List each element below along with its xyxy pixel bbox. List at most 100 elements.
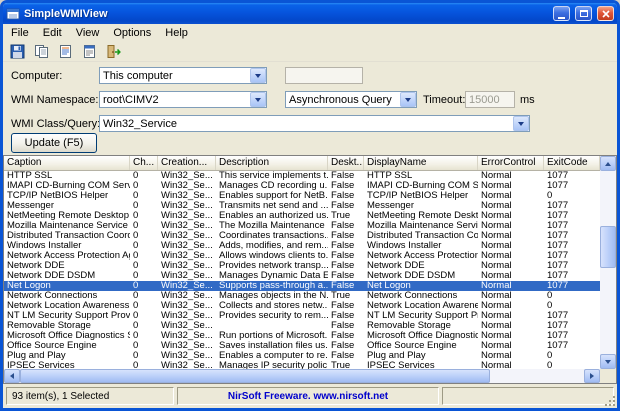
table-row[interactable]: Network DDE DSDM0Win32_Se...Manages Dyna… bbox=[4, 271, 600, 281]
exit-icon[interactable] bbox=[102, 43, 124, 61]
query-mode-value: Asynchronous Query bbox=[286, 92, 400, 107]
table-row[interactable]: Office Source Engine0Win32_Se...Saves in… bbox=[4, 341, 600, 351]
table-cell: Normal bbox=[478, 311, 544, 321]
properties-icon[interactable] bbox=[78, 43, 100, 61]
chevron-down-icon[interactable] bbox=[400, 92, 416, 107]
table-cell: IPSEC Services bbox=[4, 361, 130, 369]
table-cell: Normal bbox=[478, 241, 544, 251]
namespace-combobox[interactable]: root\CIMV2 bbox=[99, 91, 267, 108]
table-row[interactable]: IMAPI CD-Burning COM Service0Win32_Se...… bbox=[4, 181, 600, 191]
html-report-icon[interactable] bbox=[54, 43, 76, 61]
close-button[interactable] bbox=[597, 6, 614, 21]
horizontal-scroll-thumb[interactable] bbox=[20, 369, 490, 383]
table-cell: Network DDE bbox=[4, 261, 130, 271]
table-row[interactable]: Net Logon0Win32_Se...Supports pass-throu… bbox=[4, 281, 600, 291]
chevron-down-icon[interactable] bbox=[250, 92, 266, 107]
scroll-right-button[interactable] bbox=[584, 369, 600, 383]
vertical-scrollbar[interactable] bbox=[600, 156, 616, 369]
menu-item-help[interactable]: Help bbox=[158, 25, 195, 41]
table-cell: 1077 bbox=[544, 311, 600, 321]
column-header-ch[interactable]: Ch... bbox=[130, 156, 158, 170]
table-cell: 0 bbox=[544, 291, 600, 301]
table-cell: Network DDE DSDM bbox=[364, 271, 478, 281]
resize-grip[interactable] bbox=[613, 404, 615, 406]
table-cell: 0 bbox=[544, 361, 600, 369]
table-row[interactable]: Network Connections0Win32_Se...Manages o… bbox=[4, 291, 600, 301]
save-icon[interactable] bbox=[6, 43, 28, 61]
copy-icon[interactable] bbox=[30, 43, 52, 61]
menu-item-file[interactable]: File bbox=[4, 25, 36, 41]
table-row[interactable]: TCP/IP NetBIOS Helper0Win32_Se...Enables… bbox=[4, 191, 600, 201]
table-cell: 0 bbox=[130, 241, 158, 251]
column-header-caption[interactable]: Caption bbox=[4, 156, 130, 170]
table-row[interactable]: Network Location Awareness ...0Win32_Se.… bbox=[4, 301, 600, 311]
table-cell: Network DDE bbox=[364, 261, 478, 271]
table-cell: The Mozilla Maintenance ... bbox=[216, 221, 328, 231]
maximize-icon bbox=[580, 10, 588, 17]
chevron-down-icon[interactable] bbox=[513, 116, 529, 131]
scroll-down-button[interactable] bbox=[600, 354, 616, 369]
table-row[interactable]: Network Access Protection Ag...0Win32_Se… bbox=[4, 251, 600, 261]
vertical-scroll-thumb[interactable] bbox=[600, 226, 616, 268]
table-row[interactable]: Mozilla Maintenance Service0Win32_Se...T… bbox=[4, 221, 600, 231]
class-query-combobox[interactable]: Win32_Service bbox=[99, 115, 530, 132]
title-bar[interactable]: SimpleWMIView bbox=[3, 3, 617, 24]
query-mode-combobox[interactable]: Asynchronous Query bbox=[285, 91, 417, 108]
minimize-button[interactable] bbox=[553, 6, 570, 21]
table-row[interactable]: Distributed Transaction Coord...0Win32_S… bbox=[4, 231, 600, 241]
menu-item-edit[interactable]: Edit bbox=[36, 25, 69, 41]
menu-item-view[interactable]: View bbox=[69, 25, 107, 41]
scroll-up-button[interactable] bbox=[600, 156, 616, 171]
table-cell: 1077 bbox=[544, 211, 600, 221]
column-header-errorcontrol[interactable]: ErrorControl bbox=[478, 156, 544, 170]
table-cell: Manages CD recording u... bbox=[216, 181, 328, 191]
computer-combobox[interactable]: This computer bbox=[99, 67, 267, 84]
maximize-button[interactable] bbox=[575, 6, 592, 21]
column-header-exitcode[interactable]: ExitCode bbox=[544, 156, 600, 170]
table-cell: HTTP SSL bbox=[4, 171, 130, 181]
table-cell: Removable Storage bbox=[364, 321, 478, 331]
menu-item-options[interactable]: Options bbox=[106, 25, 158, 41]
table-cell: Manages objects in the N... bbox=[216, 291, 328, 301]
table-row[interactable]: Plug and Play0Win32_Se...Enables a compu… bbox=[4, 351, 600, 361]
vertical-scroll-track[interactable] bbox=[600, 171, 616, 354]
table-cell: Normal bbox=[478, 321, 544, 331]
column-header-description[interactable]: Description bbox=[216, 156, 328, 170]
table-row[interactable]: NT LM Security Support Provider0Win32_Se… bbox=[4, 311, 600, 321]
table-cell: True bbox=[328, 211, 364, 221]
table-cell: 0 bbox=[130, 181, 158, 191]
minimize-icon bbox=[558, 17, 565, 19]
scroll-left-button[interactable] bbox=[4, 369, 20, 383]
table-cell: False bbox=[328, 171, 364, 181]
table-cell: Manages Dynamic Data E... bbox=[216, 271, 328, 281]
column-header-displayname[interactable]: DisplayName bbox=[364, 156, 478, 170]
table-row[interactable]: Microsoft Office Diagnostics S...0Win32_… bbox=[4, 331, 600, 341]
nirsoft-link[interactable]: NirSoft Freeware. www.nirsoft.net bbox=[228, 391, 388, 402]
table-row[interactable]: IPSEC Services0Win32_Se...Manages IP sec… bbox=[4, 361, 600, 369]
table-cell: 0 bbox=[130, 171, 158, 181]
column-header-creation[interactable]: Creation... bbox=[158, 156, 216, 170]
timeout-unit-label: ms bbox=[520, 91, 535, 108]
table-row[interactable]: Network DDE0Win32_Se...Provides network … bbox=[4, 261, 600, 271]
table-cell: Normal bbox=[478, 191, 544, 201]
table-cell: IPSEC Services bbox=[364, 361, 478, 369]
table-cell: Win32_Se... bbox=[158, 291, 216, 301]
table-row[interactable]: Windows Installer0Win32_Se...Adds, modif… bbox=[4, 241, 600, 251]
table-row[interactable]: HTTP SSL0Win32_Se...This service impleme… bbox=[4, 171, 600, 181]
horizontal-scrollbar[interactable] bbox=[4, 369, 600, 383]
table-row[interactable]: NetMeeting Remote Desktop ...0Win32_Se..… bbox=[4, 211, 600, 221]
table-cell: Win32_Se... bbox=[158, 351, 216, 361]
table-cell: 0 bbox=[130, 261, 158, 271]
horizontal-scroll-track[interactable] bbox=[20, 369, 584, 383]
table-cell: 0 bbox=[130, 231, 158, 241]
table-row[interactable]: Messenger0Win32_Se...Transmits net send … bbox=[4, 201, 600, 211]
table-cell: Allows windows clients to... bbox=[216, 251, 328, 261]
table-cell: Office Source Engine bbox=[364, 341, 478, 351]
column-header-deskt[interactable]: Deskt... bbox=[328, 156, 364, 170]
update-button[interactable]: Update (F5) bbox=[11, 133, 97, 153]
table-cell: Win32_Se... bbox=[158, 261, 216, 271]
table-cell: 1077 bbox=[544, 241, 600, 251]
arrow-down-icon bbox=[605, 360, 611, 364]
chevron-down-icon[interactable] bbox=[250, 68, 266, 83]
table-row[interactable]: Removable Storage0Win32_Se...FalseRemova… bbox=[4, 321, 600, 331]
